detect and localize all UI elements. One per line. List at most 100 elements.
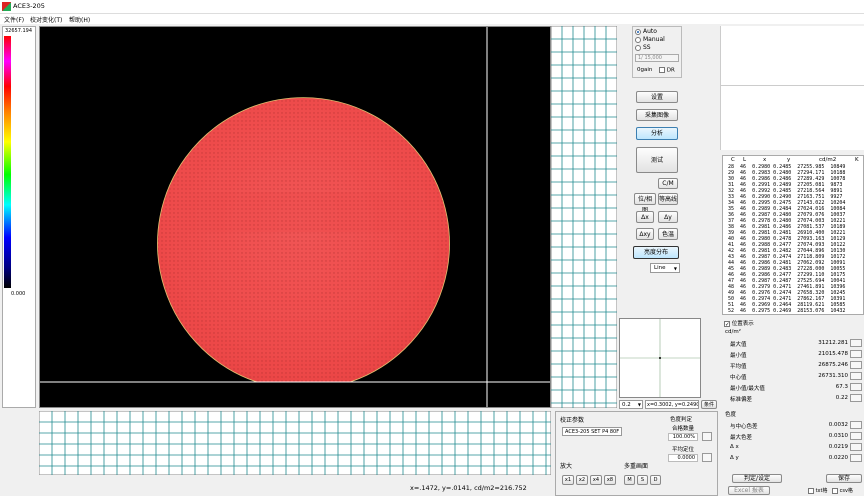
col-header-k: K <box>855 157 859 163</box>
capture-button[interactable]: 采集图像 <box>636 109 678 121</box>
luminance-image-canvas[interactable] <box>39 26 551 408</box>
radio-manual[interactable]: Manual <box>635 36 665 43</box>
stat-value: 26875.246 <box>818 362 848 368</box>
stat-button[interactable] <box>850 350 862 358</box>
info-panel-top <box>720 26 864 86</box>
radio-dot-icon <box>635 44 641 51</box>
position-display-label: 位置表示 <box>731 321 754 327</box>
stat-label: 中心值 <box>730 375 747 381</box>
stat-label: 标准偏差 <box>730 397 753 403</box>
stat-button[interactable] <box>850 394 862 402</box>
stat-button[interactable] <box>850 339 862 347</box>
col-header-cdm2: cd/m2 <box>819 157 837 163</box>
menu-calibration[interactable]: 校对变化(T) <box>30 15 62 24</box>
pass-percent-field: 100.00% <box>668 433 698 441</box>
color-stat-label: Δ x <box>730 444 739 450</box>
save-button[interactable]: 保存 <box>826 474 862 483</box>
condition-button[interactable]: 条件 <box>701 400 717 409</box>
position-display-checkbox[interactable]: ✓ 位置表示 <box>724 319 754 328</box>
zoom-x8-button[interactable]: x8 <box>604 475 616 485</box>
coordinate-readout: x=0.3002, y=0.2490 <box>645 400 699 409</box>
avg-position-label: 平均定位 <box>672 447 695 453</box>
stat-button[interactable] <box>850 361 862 369</box>
dr-checkbox[interactable]: DR <box>659 67 675 74</box>
color-scale-panel: 32657.194 0.000 <box>2 26 36 408</box>
window-title: ACE3-205 <box>13 2 45 10</box>
zoom-select[interactable]: 0.2 ▼ <box>619 400 643 409</box>
csv-checkbox[interactable]: csv格 <box>832 487 853 494</box>
col-header-c: C <box>731 157 735 163</box>
pass-button[interactable] <box>702 432 712 441</box>
col-header-l: L <box>743 157 747 163</box>
checkbox-icon <box>808 487 814 494</box>
chevron-down-icon: ▼ <box>637 402 641 407</box>
stat-button[interactable] <box>850 454 862 462</box>
col-header-y: y <box>787 157 791 163</box>
right-grid-lines <box>550 25 618 409</box>
dr-label: DR <box>666 67 675 74</box>
multi-m-button[interactable]: M <box>624 475 635 485</box>
menu-help[interactable]: 帮助(H) <box>69 15 90 24</box>
stat-value: 67.3 <box>835 384 848 390</box>
statistics-panel: ✓ 位置表示 cd/m² 最大值 31212.281 最小值 21015.478… <box>722 318 864 496</box>
radio-auto-label: Auto <box>643 28 657 35</box>
stat-label: 最小值 <box>730 353 747 359</box>
multi-d-button[interactable]: D <box>650 475 661 485</box>
exposure-mode-group: Auto Manual SS 1/ 15,000 0gain DR <box>632 26 682 78</box>
settings-button[interactable]: 设置 <box>636 91 678 103</box>
stat-button[interactable] <box>850 372 862 380</box>
bottom-grid-lines <box>38 410 552 476</box>
color-gradient <box>4 36 11 288</box>
delta-xy-button[interactable]: Δxy <box>636 228 654 240</box>
measure-button[interactable]: 测试 <box>636 147 678 173</box>
avg-value-field: 0.0000 <box>668 454 698 462</box>
radio-ss[interactable]: SS <box>635 44 651 51</box>
checkbox-checked-icon: ✓ <box>724 320 730 328</box>
delta-y-button[interactable]: Δy <box>658 211 678 223</box>
judge-settings-button[interactable]: 判定/设定 <box>732 474 782 483</box>
checkbox-icon <box>832 487 838 494</box>
stat-button[interactable] <box>850 421 862 429</box>
chevron-down-icon: ▼ <box>673 266 677 271</box>
radio-ss-label: SS <box>643 44 651 51</box>
contour-button[interactable]: 等高线 <box>658 193 678 205</box>
shutter-select[interactable]: 1/ 15,000 <box>635 54 679 62</box>
pass-count-label: 合格数量 <box>672 426 695 432</box>
radio-dot-icon <box>635 36 641 43</box>
calib-title: 校正参数 <box>560 417 585 424</box>
multi-s-button[interactable]: S <box>637 475 648 485</box>
multi-screen-label: 多重画面 <box>624 463 649 470</box>
stat-label: 最大值 <box>730 342 747 348</box>
analyze-button[interactable]: 分析 <box>636 127 678 140</box>
radio-auto[interactable]: Auto <box>635 28 657 35</box>
crosshair-plot <box>620 319 700 397</box>
color-stat-value: 0.0220 <box>828 455 848 461</box>
cm-button[interactable]: C/M <box>658 178 678 189</box>
zoom-x2-button[interactable]: x2 <box>576 475 588 485</box>
stat-button[interactable] <box>850 383 862 391</box>
zoom-x4-button[interactable]: x4 <box>590 475 602 485</box>
table-row[interactable]: 52 46 0.2975 0.2469 28153.076 10432 <box>725 308 845 314</box>
position-map-button[interactable]: 位/相图 <box>634 193 656 214</box>
delta-x-button[interactable]: Δx <box>636 211 654 223</box>
excel-report-button[interactable]: Excel 报表 <box>728 486 770 495</box>
menu-file[interactable]: 文件(F) <box>4 15 24 24</box>
line-select[interactable]: Line ▼ <box>650 263 680 273</box>
bottom-profile-grid <box>38 410 552 476</box>
color-stat-label: 与中心色差 <box>730 424 758 430</box>
stat-button[interactable] <box>850 443 862 451</box>
stat-label: 最小值/最大值 <box>730 386 765 392</box>
color-stat-label: 最大色差 <box>730 435 753 441</box>
color-temp-button[interactable]: 色温 <box>658 228 678 240</box>
checkbox-icon <box>659 67 665 73</box>
avg-button[interactable] <box>702 453 712 462</box>
luminance-distribution-button[interactable]: 亮度分布 <box>633 246 679 259</box>
calib-preset-field[interactable]: ACE3-205 SET P4 80F <box>562 427 622 436</box>
txt-checkbox[interactable]: txt格 <box>808 487 827 494</box>
info-panel-middle <box>720 86 864 150</box>
stat-button[interactable] <box>850 432 862 440</box>
stat-value: 26731.310 <box>818 373 848 379</box>
zoom-x1-button[interactable]: x1 <box>562 475 574 485</box>
zoom-label: 放大 <box>560 463 573 470</box>
measurement-table[interactable]: C L x y cd/m2 K 28 46 0.2980 0.2485 2725… <box>722 155 864 315</box>
